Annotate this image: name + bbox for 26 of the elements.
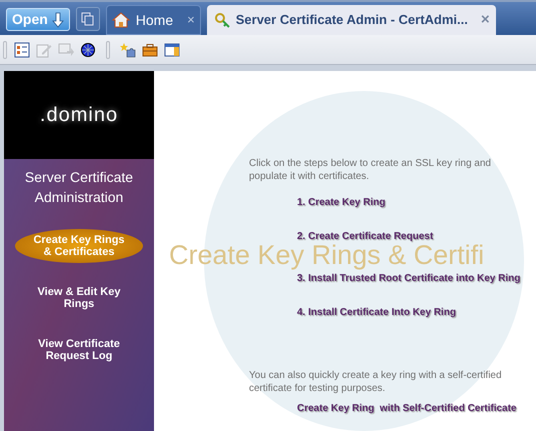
window-icon[interactable] (164, 42, 180, 58)
toolbar-grip (106, 40, 110, 58)
step-link[interactable]: 3. Install Trusted Root Certificate into Key Ring (297, 273, 520, 285)
intro-text: Click on the steps below to create an SSL key ring and populate it with certificates. (249, 157, 492, 183)
note-text: You can also quickly create a key ring with a self-certified certificate for testing purposes. (249, 369, 503, 395)
house-icon (112, 11, 130, 29)
tab-label: Server Certificate Admin - CertAdmi... (236, 11, 468, 30)
step-link[interactable]: 4. Install Certificate Into Key Ring (297, 307, 456, 319)
windows-button[interactable] (76, 7, 100, 31)
self-certified-link[interactable]: Create Key Ring with Self-Certified Certificate (297, 403, 516, 415)
sidebar-link[interactable]: View Certificate Request Log (27, 333, 131, 367)
step-link[interactable]: 1. Create Key Ring (297, 197, 386, 209)
sidebar-link[interactable]: View & Edit Key Rings (27, 281, 131, 315)
globe-icon[interactable] (80, 42, 96, 58)
tab[interactable]: Home × (106, 5, 201, 35)
tab[interactable]: Server Certificate Admin - CertAdmi... × (206, 5, 496, 35)
domino-logo: .domino (40, 103, 118, 128)
stacked-windows-icon (80, 12, 95, 26)
step-link[interactable]: 2. Create Certificate Request (297, 231, 434, 243)
tab-label: Home (136, 10, 174, 30)
sidebar-title: Server Certificate Administration (24, 168, 134, 207)
down-arrow-icon (52, 12, 64, 28)
form-icon[interactable] (14, 42, 30, 58)
key-ring-icon (212, 11, 231, 29)
toolbox-icon[interactable] (142, 42, 158, 58)
toolbar-grip (3, 40, 7, 58)
